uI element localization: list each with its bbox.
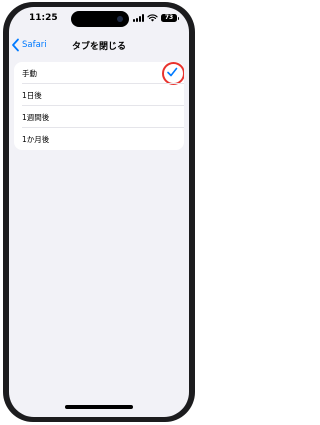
option-one-month[interactable]: 1か月後 xyxy=(14,128,184,150)
dynamic-island xyxy=(71,11,129,27)
screen: 11:25 73 Safari タブを閉じる 手動 1日後 1週間後 1か月後 xyxy=(9,7,189,417)
camera-icon xyxy=(117,16,123,22)
status-time: 11:25 xyxy=(29,13,58,23)
navigation-bar: Safari タブを閉じる xyxy=(9,35,189,55)
phone-frame: 11:25 73 Safari タブを閉じる 手動 1日後 1週間後 1か月後 xyxy=(3,2,195,422)
status-icons: 73 xyxy=(133,13,179,23)
option-one-week[interactable]: 1週間後 xyxy=(14,106,184,128)
option-label: 1日後 xyxy=(22,91,42,100)
option-label: 手動 xyxy=(22,69,37,78)
battery-icon: 73 xyxy=(161,14,179,22)
page-title: タブを閉じる xyxy=(71,42,126,52)
close-tabs-options: 手動 1日後 1週間後 1か月後 xyxy=(14,62,184,150)
option-one-day[interactable]: 1日後 xyxy=(14,84,184,106)
option-label: 1週間後 xyxy=(22,113,50,122)
status-bar: 11:25 73 xyxy=(9,7,189,29)
home-indicator[interactable] xyxy=(65,405,133,409)
option-manual[interactable]: 手動 xyxy=(14,62,184,85)
wifi-icon xyxy=(147,14,158,22)
cellular-signal-icon xyxy=(133,14,144,22)
highlight-circle xyxy=(162,62,184,85)
option-label: 1か月後 xyxy=(22,135,50,144)
